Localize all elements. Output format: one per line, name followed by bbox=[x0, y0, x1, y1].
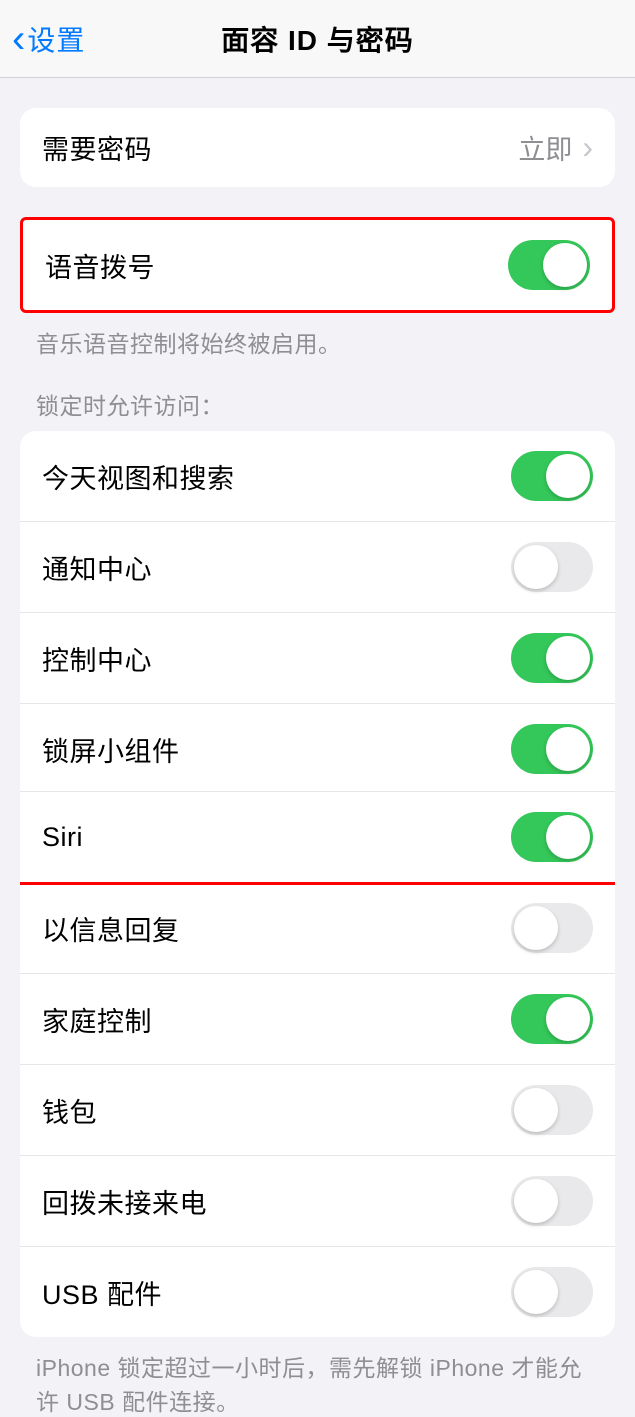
locked-access-toggle[interactable] bbox=[511, 1176, 593, 1226]
locked-access-label: 回拨未接来电 bbox=[42, 1182, 207, 1221]
toggle-knob bbox=[514, 1088, 558, 1132]
voice-dial-toggle[interactable] bbox=[508, 240, 590, 290]
locked-access-label: USB 配件 bbox=[42, 1273, 162, 1312]
locked-access-label: Siri bbox=[42, 822, 83, 853]
content: 需要密码 立即 › 语音拨号 音乐语音控制将始终被启用。 锁定时允许访问： 今天… bbox=[0, 108, 635, 1417]
locked-access-toggle[interactable] bbox=[511, 812, 593, 862]
page-title: 面容 ID 与密码 bbox=[221, 19, 414, 59]
locked-access-label: 锁屏小组件 bbox=[42, 730, 180, 769]
locked-access-row: Siri bbox=[20, 791, 615, 885]
locked-access-label: 控制中心 bbox=[42, 639, 152, 678]
toggle-knob bbox=[546, 454, 590, 498]
locked-access-row: 控制中心 bbox=[20, 612, 615, 703]
toggle-knob bbox=[546, 727, 590, 771]
require-passcode-row[interactable]: 需要密码 立即 › bbox=[20, 108, 615, 187]
locked-access-toggle[interactable] bbox=[511, 903, 593, 953]
locked-access-label: 家庭控制 bbox=[42, 1000, 152, 1039]
toggle-knob bbox=[514, 1270, 558, 1314]
locked-access-toggle[interactable] bbox=[511, 724, 593, 774]
toggle-knob bbox=[546, 997, 590, 1041]
locked-access-label: 以信息回复 bbox=[42, 909, 180, 948]
back-button[interactable]: ‹ 设置 bbox=[0, 19, 85, 59]
locked-access-label: 今天视图和搜索 bbox=[42, 457, 235, 496]
chevron-left-icon: ‹ bbox=[12, 19, 25, 59]
locked-access-toggle[interactable] bbox=[511, 1085, 593, 1135]
toggle-knob bbox=[514, 906, 558, 950]
locked-access-row: 以信息回复 bbox=[20, 882, 615, 973]
locked-access-toggle[interactable] bbox=[511, 542, 593, 592]
locked-access-row: 钱包 bbox=[20, 1064, 615, 1155]
voice-dial-label: 语音拨号 bbox=[45, 246, 155, 285]
back-label: 设置 bbox=[27, 19, 85, 59]
locked-access-header: 锁定时允许访问： bbox=[0, 359, 635, 431]
voice-dial-footer: 音乐语音控制将始终被启用。 bbox=[0, 313, 635, 359]
locked-access-row: 家庭控制 bbox=[20, 973, 615, 1064]
chevron-right-icon: › bbox=[582, 129, 593, 166]
nav-bar: ‹ 设置 面容 ID 与密码 bbox=[0, 0, 635, 78]
locked-access-row: 通知中心 bbox=[20, 521, 615, 612]
locked-access-label: 钱包 bbox=[42, 1091, 97, 1130]
voice-dial-section: 语音拨号 bbox=[20, 217, 615, 313]
locked-access-row: 今天视图和搜索 bbox=[20, 431, 615, 521]
locked-access-row: 锁屏小组件 bbox=[20, 703, 615, 794]
locked-access-toggle[interactable] bbox=[511, 994, 593, 1044]
locked-access-toggle[interactable] bbox=[511, 451, 593, 501]
locked-access-footer: iPhone 锁定超过一小时后，需先解锁 iPhone 才能允许 USB 配件连… bbox=[0, 1337, 635, 1417]
require-passcode-value: 立即 › bbox=[518, 128, 593, 167]
locked-access-label: 通知中心 bbox=[42, 548, 152, 587]
toggle-knob bbox=[543, 243, 587, 287]
voice-dial-row: 语音拨号 bbox=[23, 220, 612, 310]
locked-access-section: 今天视图和搜索通知中心控制中心锁屏小组件 Siri 以信息回复家庭控制钱包回拨未接来… bbox=[20, 431, 615, 1337]
require-passcode-section: 需要密码 立即 › bbox=[20, 108, 615, 187]
locked-access-row: USB 配件 bbox=[20, 1246, 615, 1337]
toggle-knob bbox=[546, 815, 590, 859]
locked-access-toggle[interactable] bbox=[511, 633, 593, 683]
locked-access-toggle[interactable] bbox=[511, 1267, 593, 1317]
toggle-knob bbox=[514, 545, 558, 589]
locked-access-row: 回拨未接来电 bbox=[20, 1155, 615, 1246]
toggle-knob bbox=[546, 636, 590, 680]
toggle-knob bbox=[514, 1179, 558, 1223]
require-passcode-label: 需要密码 bbox=[42, 128, 152, 167]
